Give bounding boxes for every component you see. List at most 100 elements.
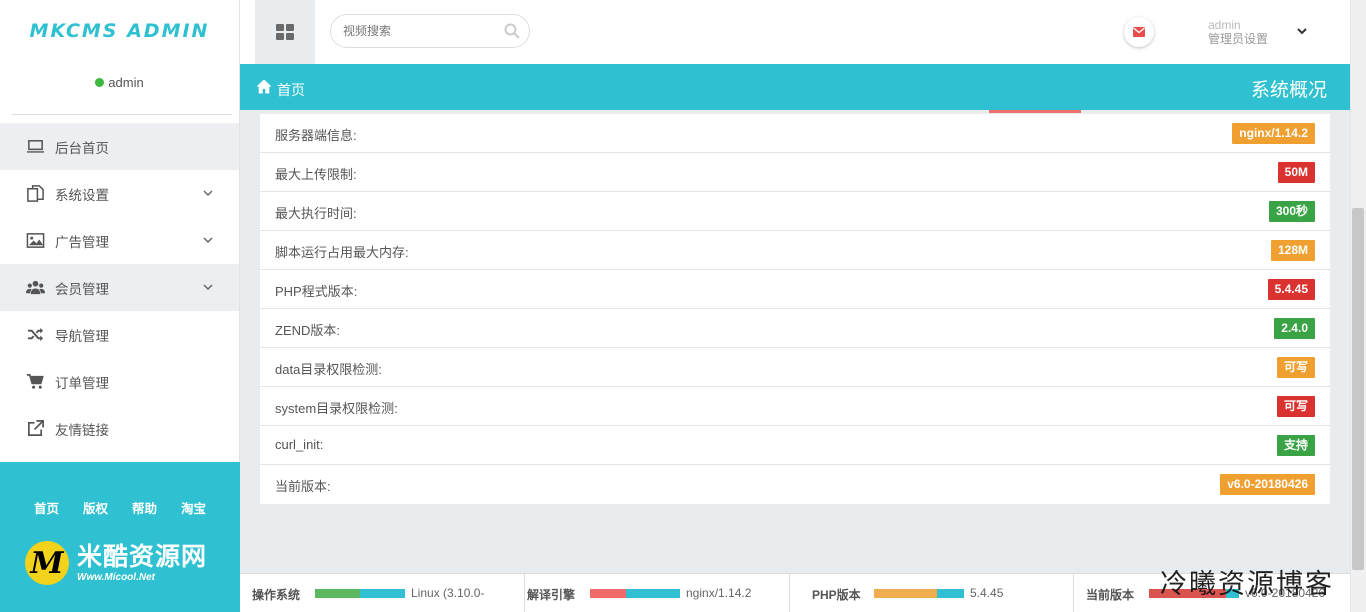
breadcrumb-home[interactable]: 首页 [277, 80, 305, 100]
info-label: 当前版本: [275, 479, 331, 494]
footer-link-taobao[interactable]: 淘宝 [181, 498, 206, 517]
external-link-icon [26, 419, 45, 438]
mail-button[interactable] [1124, 17, 1154, 47]
page-title-underline [989, 110, 1081, 113]
info-label: 服务器端信息: [275, 128, 357, 143]
chevron-down-icon[interactable] [201, 186, 215, 200]
envelope-icon [1133, 27, 1145, 37]
server-info-table: 服务器端信息: nginx/1.14.2 最大上传限制: 50M 最大执行时间: 300秒… [260, 114, 1330, 504]
sidebar-item-label: 友情链接 [55, 422, 109, 438]
table-row: PHP程式版本: 5.4.45 [260, 270, 1330, 309]
table-row: ZEND版本: 2.4.0 [260, 309, 1330, 348]
admin-settings-label: 管理员设置 [1208, 32, 1269, 46]
online-status-icon [95, 77, 105, 87]
status-progress-bar [590, 589, 680, 598]
table-row: data目录权限检测: 可写 [260, 348, 1330, 387]
status-label: 操作系统 [252, 588, 301, 602]
status-progress-fill [315, 589, 360, 598]
table-row: 最大上传限制: 50M [260, 153, 1330, 192]
status-badge: 5.4.45 [1267, 279, 1315, 300]
brand-subtitle: Www.Micool.Net [77, 571, 155, 583]
status-label: 解译引擎 [527, 588, 576, 602]
sidebar-item-label: 导航管理 [55, 328, 109, 344]
cart-icon [26, 372, 45, 391]
status-badge: 300秒 [1268, 201, 1315, 222]
chevron-down-icon[interactable] [1295, 24, 1309, 38]
scrollbar-thumb[interactable] [1352, 208, 1364, 570]
admin-name: admin [1208, 18, 1241, 32]
status-badge: nginx/1.14.2 [1232, 123, 1315, 144]
grid-icon [276, 24, 294, 40]
status-badge: 可写 [1276, 357, 1315, 378]
footer-link-help[interactable]: 帮助 [132, 498, 157, 517]
breadcrumb: 首页 系统概况 [240, 64, 1350, 110]
laptop-icon [26, 137, 45, 156]
info-label: ZEND版本: [275, 323, 341, 338]
sidebar-item-orders[interactable]: 订单管理 [0, 358, 239, 405]
info-label: PHP程式版本: [275, 284, 358, 299]
sidebar-item-label: 后台首页 [55, 140, 109, 156]
status-progress-bar [315, 589, 405, 598]
page-title: 系统概况 [1250, 80, 1327, 101]
brand-mark: M [25, 541, 69, 585]
sidebar-item-members[interactable]: 会员管理 [0, 264, 239, 311]
image-icon [26, 231, 45, 250]
chevron-down-icon[interactable] [201, 233, 215, 247]
status-badge: 可写 [1276, 396, 1315, 417]
footer-link-home[interactable]: 首页 [34, 498, 59, 517]
sidebar-item-label: 会员管理 [55, 281, 109, 297]
status-badge: 2.4.0 [1274, 318, 1315, 339]
shuffle-icon [26, 325, 45, 344]
status-label: 当前版本 [1086, 588, 1135, 602]
status-value: nginx/1.14.2 [686, 586, 752, 600]
footer-link-copyright[interactable]: 版权 [83, 498, 108, 517]
search-input[interactable] [330, 14, 530, 48]
grid-menu-button[interactable] [255, 0, 315, 64]
sidebar-footer-links: 首页 版权 帮助 淘宝 [0, 462, 240, 517]
status-badge: 支持 [1276, 435, 1315, 456]
table-row: 最大执行时间: 300秒 [260, 192, 1330, 231]
sidebar-item-dashboard[interactable]: 后台首页 [0, 123, 239, 170]
info-label: 最大执行时间: [275, 206, 357, 221]
status-value: 5.4.45 [970, 586, 1004, 600]
info-label: data目录权限检测: [275, 362, 382, 377]
status-progress-bar [874, 589, 964, 598]
chevron-down-icon[interactable] [201, 280, 215, 294]
table-row: system目录权限检测: 可写 [260, 387, 1330, 426]
sidebar-item-label: 订单管理 [55, 375, 109, 391]
copy-icon [26, 184, 45, 203]
home-icon[interactable] [256, 79, 272, 94]
sidebar-footer: 首页 版权 帮助 淘宝 M 米酷资源网 Www.Micool.Net [0, 462, 240, 612]
current-user-name: admin [108, 74, 144, 90]
status-value: Linux (3.10.0- [411, 586, 485, 600]
info-label: system目录权限检测: [275, 401, 398, 416]
status-badge: 50M [1277, 162, 1315, 183]
brand-logo: M 米酷资源网 Www.Micool.Net [25, 541, 240, 585]
status-badge: 128M [1270, 240, 1315, 261]
search-icon[interactable] [504, 23, 520, 39]
table-row: curl_init: 支持 [260, 426, 1330, 465]
info-label: 最大上传限制: [275, 167, 357, 182]
status-progress-fill [590, 589, 626, 598]
sidebar-item-navigation[interactable]: 导航管理 [0, 311, 239, 358]
brand-text: 米酷资源网 Www.Micool.Net [77, 544, 207, 583]
status-label: PHP版本 [812, 588, 861, 602]
users-icon [26, 278, 45, 297]
status-progress-fill [874, 589, 937, 598]
table-row: 当前版本: v6.0-20180426 [260, 465, 1330, 504]
sidebar-divider [12, 114, 232, 115]
top-bar: admin 管理员设置 [240, 0, 1350, 64]
status-cell: 解译引擎 nginx/1.14.2 [515, 574, 790, 612]
sidebar-item-label: 系统设置 [55, 187, 109, 203]
status-cell: 操作系统 Linux (3.10.0- [240, 574, 525, 612]
info-label: 脚本运行占用最大内存: [275, 245, 409, 260]
watermark: 冷曦资源博客 [1160, 569, 1334, 600]
sidebar-item-system-settings[interactable]: 系统设置 [0, 170, 239, 217]
sidebar-item-label: 广告管理 [55, 234, 109, 250]
sidebar-item-ads[interactable]: 广告管理 [0, 217, 239, 264]
table-row: 脚本运行占用最大内存: 128M [260, 231, 1330, 270]
sidebar-item-friend-links[interactable]: 友情链接 [0, 405, 239, 452]
sidebar: MKCMS ADMIN admin 后台首页 系统设置 广告管理 会员管理 导航… [0, 0, 240, 612]
admin-menu[interactable]: admin 管理员设置 [1208, 18, 1268, 46]
brand-title: 米酷资源网 [77, 542, 208, 571]
